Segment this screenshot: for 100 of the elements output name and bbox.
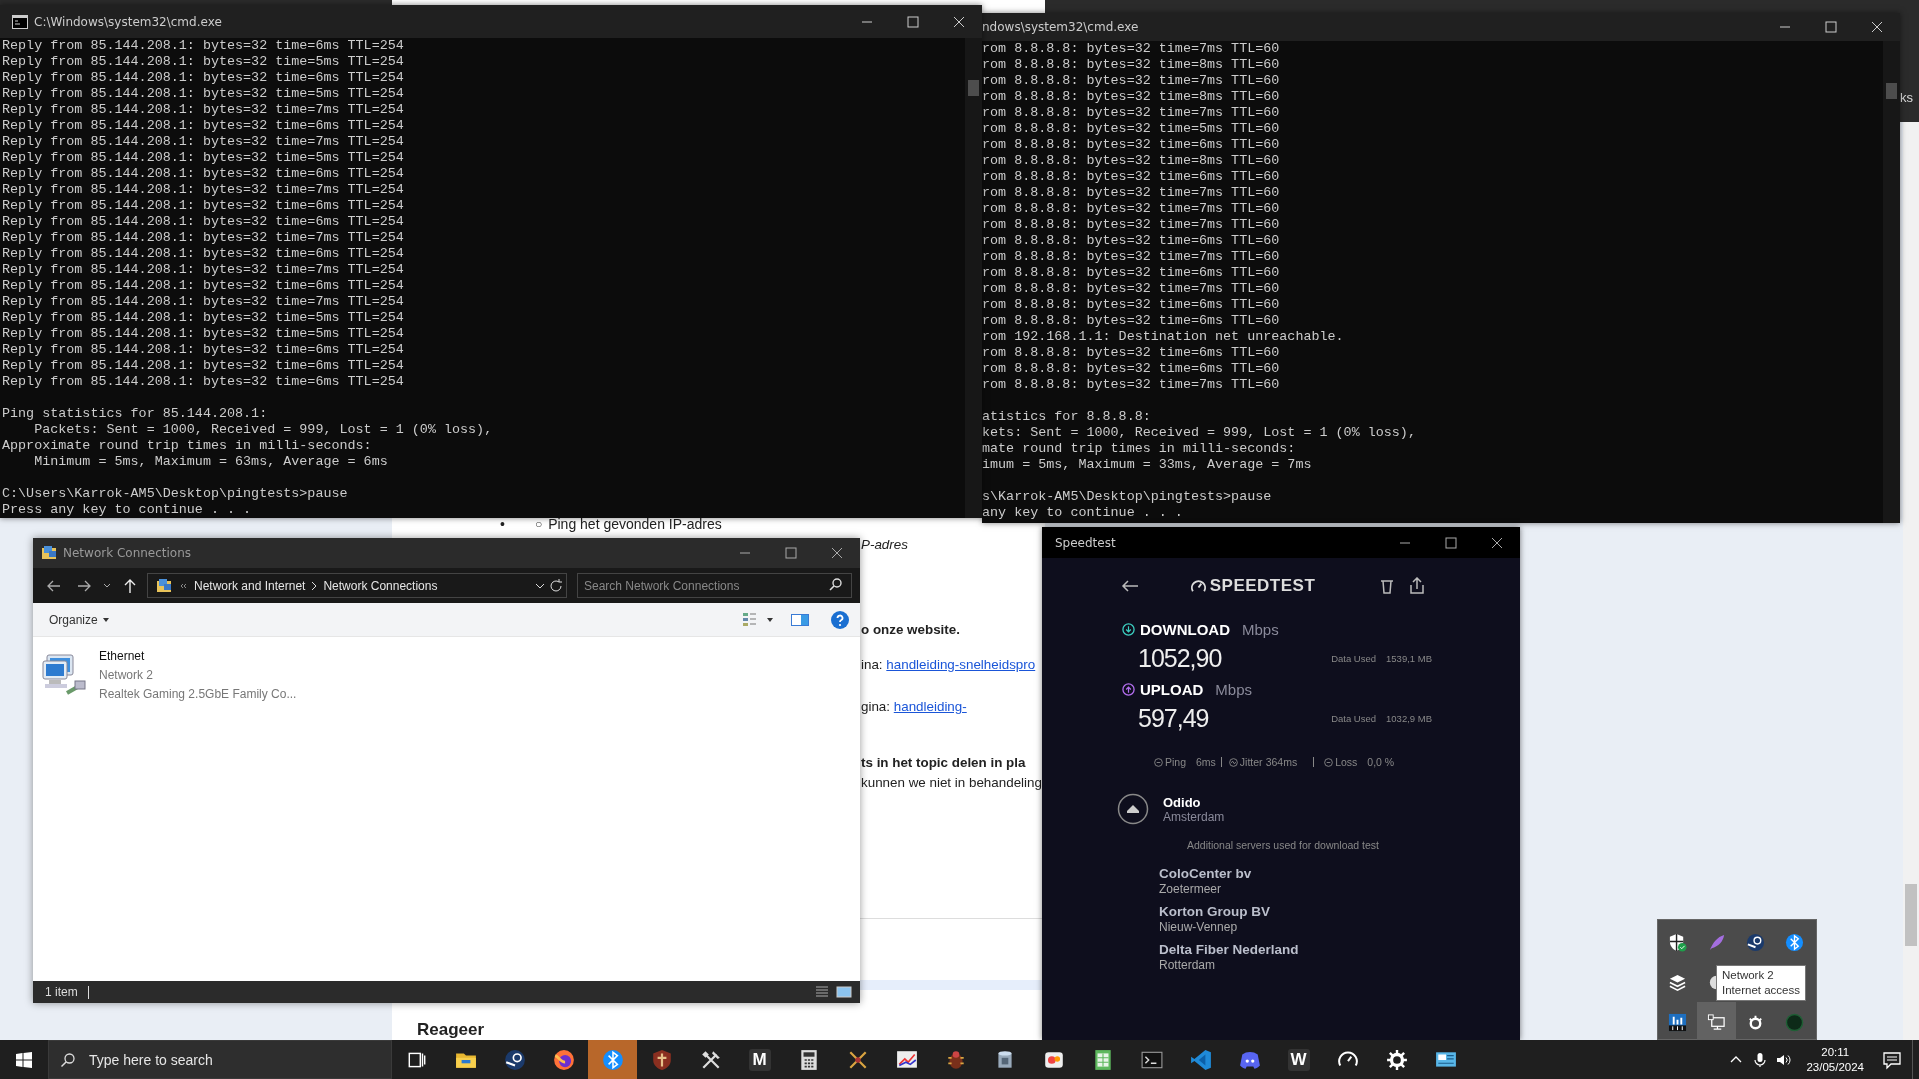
help-icon[interactable] bbox=[830, 609, 850, 630]
console-line: Reply from 85.144.208.1: bytes=32 time=5ms TTL=254 bbox=[2, 326, 405, 342]
window-title: C:\Windows\system32\cmd.exe bbox=[34, 14, 222, 29]
preview-pane-icon[interactable] bbox=[790, 611, 810, 628]
share-icon[interactable] bbox=[1409, 577, 1425, 595]
console-line: rom 8.8.8.8: bytes=32 time=7ms TTL=60 bbox=[982, 201, 1281, 217]
bar-chart-icon[interactable] bbox=[1668, 1012, 1687, 1032]
page-link[interactable]: handleiding-snelheidspro bbox=[886, 657, 1036, 672]
console-line: Reply from 85.144.208.1: bytes=32 time=7ms TTL=254 bbox=[2, 102, 405, 118]
clock-date: 23/05/2024 bbox=[1806, 1059, 1864, 1075]
server-name: Odido bbox=[1163, 794, 1202, 810]
network-icon[interactable] bbox=[1707, 1012, 1726, 1032]
console-line: Reply from 85.144.208.1: bytes=32 time=6ms TTL=254 bbox=[2, 374, 405, 390]
details-view-icon[interactable] bbox=[814, 985, 830, 999]
taskbar-button[interactable]: W bbox=[1274, 1040, 1323, 1079]
upload-icon bbox=[1122, 682, 1135, 696]
connection-name: Ethernet bbox=[99, 648, 146, 665]
console-line: Press any key to continue . . . bbox=[2, 502, 253, 518]
server-city: Zoetermeer bbox=[1159, 882, 1223, 897]
console-line: s\Karrok-AM5\Desktop\pingtests>pause bbox=[982, 489, 1273, 505]
console-line: any key to continue . . . bbox=[982, 505, 1184, 521]
console-line: C:\Users\Karrok-AM5\Desktop\pingtests>pause bbox=[2, 486, 349, 502]
jitter-icon bbox=[1228, 757, 1238, 767]
network-name: Network 2 bbox=[99, 667, 155, 684]
console-line: rom 8.8.8.8: bytes=32 time=6ms TTL=60 bbox=[982, 265, 1281, 281]
console-line: Reply from 85.144.208.1: bytes=32 time=5ms TTL=254 bbox=[2, 86, 405, 102]
metric-value: 364ms bbox=[1265, 756, 1298, 768]
metric-label: Jitter bbox=[1239, 756, 1263, 768]
breadcrumb-item[interactable]: Network Connections bbox=[323, 578, 438, 593]
swirl-icon bbox=[601, 1048, 624, 1071]
data-used-value: 1032,9 MB bbox=[1386, 713, 1432, 724]
console-line: rom 8.8.8.8: bytes=32 time=6ms TTL=60 bbox=[982, 233, 1281, 249]
page-link[interactable]: handleiding- bbox=[893, 699, 967, 714]
refresh-icon[interactable] bbox=[548, 577, 564, 594]
console-line: Reply from 85.144.208.1: bytes=32 time=5ms TTL=254 bbox=[2, 150, 405, 166]
console-line: Reply from 85.144.208.1: bytes=32 time=6ms TTL=254 bbox=[2, 246, 405, 262]
console-line: Packets: Sent = 1000, Received = 999, Lost = 1 (0% loss), bbox=[33, 422, 494, 438]
notification-icon[interactable] bbox=[1882, 1049, 1902, 1070]
server-city: Amsterdam bbox=[1163, 809, 1225, 824]
metric-value: 0,0 % bbox=[1367, 756, 1395, 768]
console-line: rom 8.8.8.8: bytes=32 time=8ms TTL=60 bbox=[982, 153, 1281, 169]
console-icon bbox=[12, 14, 28, 29]
server-icon[interactable] bbox=[1117, 793, 1149, 825]
trash-icon[interactable] bbox=[1379, 577, 1395, 595]
console-line: rom 8.8.8.8: bytes=32 time=6ms TTL=60 bbox=[982, 361, 1281, 377]
console-line: Reply from 85.144.208.1: bytes=32 time=6ms TTL=254 bbox=[2, 342, 405, 358]
large-icons-view-icon[interactable] bbox=[836, 985, 852, 999]
console-line: Reply from 85.144.208.1: bytes=32 time=6ms TTL=254 bbox=[2, 70, 405, 86]
console-line: rom 8.8.8.8: bytes=32 time=8ms TTL=60 bbox=[982, 89, 1281, 105]
layers-icon[interactable] bbox=[1668, 972, 1687, 992]
console-line: Reply from 85.144.208.1: bytes=32 time=6ms TTL=254 bbox=[2, 166, 405, 182]
organize-menu[interactable]: Organize bbox=[45, 610, 114, 629]
shield-icon bbox=[650, 1048, 673, 1071]
console-line: rom 8.8.8.8: bytes=32 time=8ms TTL=60 bbox=[982, 57, 1281, 73]
console-line: rom 8.8.8.8: bytes=32 time=7ms TTL=60 bbox=[982, 73, 1281, 89]
connection-item[interactable]: Ethernet Network 2 Realtek Gaming 2.5GbE Family Co... bbox=[41, 647, 341, 704]
microphone-icon[interactable] bbox=[1752, 1051, 1769, 1068]
result-label: UPLOAD bbox=[1140, 680, 1204, 698]
console-line: Reply from 85.144.208.1: bytes=32 time=7ms TTL=254 bbox=[2, 230, 405, 246]
adapter-name: Realtek Gaming 2.5GbE Family Co... bbox=[99, 686, 297, 703]
console-line: rom 8.8.8.8: bytes=32 time=7ms TTL=60 bbox=[982, 185, 1281, 201]
page-text: P-adres bbox=[861, 537, 908, 552]
unit-label: Mbps bbox=[1215, 680, 1253, 698]
console-line: Reply from 85.144.208.1: bytes=32 time=7ms TTL=254 bbox=[2, 262, 405, 278]
console-line: rom 192.168.1.1: Destination net unreachable. bbox=[982, 329, 1345, 345]
shield-icon[interactable] bbox=[1668, 932, 1687, 952]
breadcrumb-item[interactable]: Network and Internet bbox=[194, 578, 306, 593]
address-bar[interactable]: Network and Internet Network Connections bbox=[147, 573, 567, 598]
console-line: rom 8.8.8.8: bytes=32 time=7ms TTL=60 bbox=[982, 217, 1281, 233]
console-line: rom 8.8.8.8: bytes=32 time=7ms TTL=60 bbox=[982, 41, 1281, 57]
search-field[interactable]: Type here to search bbox=[48, 1040, 392, 1079]
network-folder-icon bbox=[156, 577, 172, 594]
chart-window-icon bbox=[895, 1048, 918, 1071]
taskbar-button[interactable]: M bbox=[735, 1040, 784, 1079]
disc-icon[interactable] bbox=[1746, 932, 1765, 952]
back-icon[interactable] bbox=[1120, 578, 1140, 594]
scrollbar[interactable] bbox=[1883, 41, 1900, 523]
console-line: rom 8.8.8.8: bytes=32 time=6ms TTL=60 bbox=[982, 345, 1281, 361]
tooltip-title: Network 2 bbox=[1722, 968, 1775, 983]
server-city: Rotterdam bbox=[1159, 958, 1217, 973]
item-count: 1 item bbox=[45, 985, 89, 999]
search-icon bbox=[60, 1052, 76, 1068]
search-icon[interactable] bbox=[828, 577, 844, 593]
console-line: imum = 5ms, Maximum = 33ms, Average = 7ms bbox=[982, 457, 1313, 473]
console-line: rom 8.8.8.8: bytes=32 time=7ms TTL=60 bbox=[982, 105, 1281, 121]
search-field[interactable]: Search Network Connections bbox=[577, 573, 852, 598]
clock[interactable]: 20:11 23/05/2024 bbox=[1806, 1044, 1864, 1075]
app-logo: SPEEDTEST bbox=[1209, 576, 1316, 596]
console-line: Reply from 85.144.208.1: bytes=32 time=6ms TTL=254 bbox=[2, 358, 405, 374]
caret-icon[interactable] bbox=[766, 615, 774, 624]
globe-icon bbox=[552, 1048, 575, 1071]
window-title: Network Connections bbox=[63, 546, 192, 560]
app-tile-icon: M bbox=[748, 1048, 771, 1071]
swirl-icon[interactable] bbox=[1785, 932, 1804, 952]
console-line: atistics for 8.8.8.8: bbox=[982, 409, 1152, 425]
scrollbar[interactable] bbox=[965, 38, 982, 518]
scrollbar[interactable] bbox=[1903, 122, 1919, 1040]
console-line: Reply from 85.144.208.1: bytes=32 time=6ms TTL=254 bbox=[2, 38, 405, 54]
download-icon bbox=[1122, 622, 1135, 636]
console-line: rom 8.8.8.8: bytes=32 time=7ms TTL=60 bbox=[982, 249, 1281, 265]
